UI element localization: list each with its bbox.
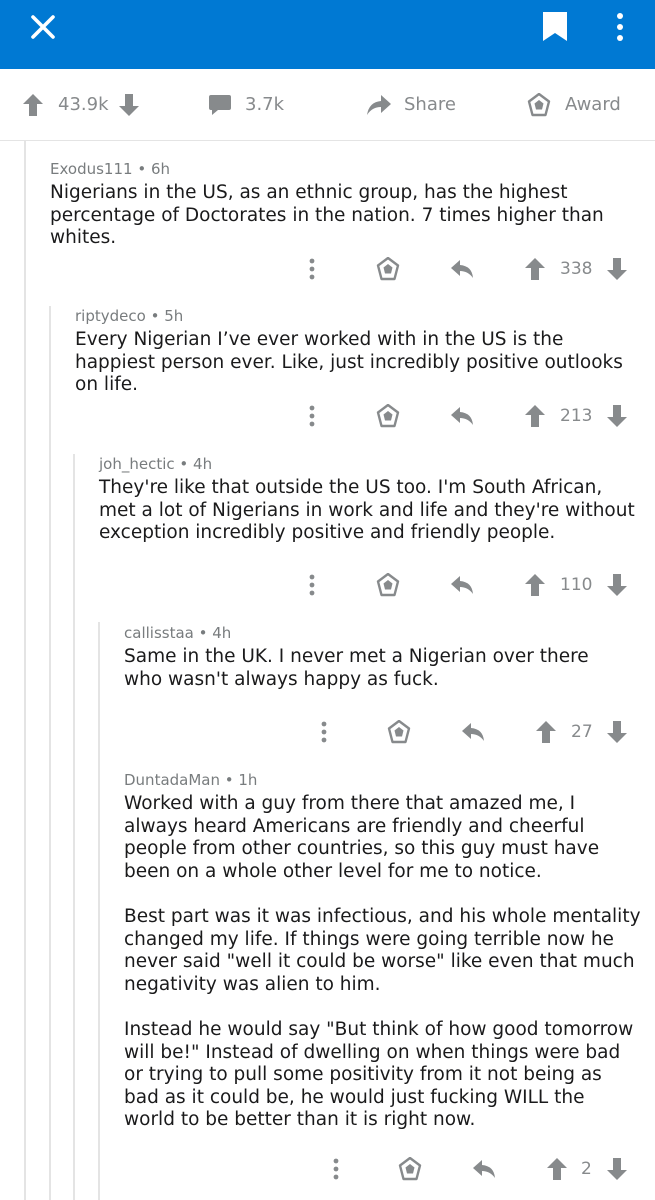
comment: riptydeco • 5h Every Nigerian I’ve ever …	[75, 307, 640, 397]
downvote-arrow-icon[interactable]	[606, 573, 628, 597]
downvote-arrow-icon[interactable]	[606, 720, 628, 744]
comment-score: 110	[560, 575, 593, 595]
comment-meta: Exodus111 • 6h	[50, 160, 170, 178]
thread-line-depth-4	[98, 622, 100, 1200]
comment-meta: DuntadaMan • 1h	[124, 771, 258, 789]
upvote-arrow-icon	[23, 93, 43, 116]
downvote-arrow-icon[interactable]	[606, 257, 628, 281]
upvote-button[interactable]	[22, 69, 44, 140]
more-options-icon[interactable]	[330, 1158, 342, 1180]
comment-actions: 27	[312, 717, 640, 747]
post-action-bar: 43.9k 3.7k Share Award	[0, 69, 655, 141]
post-score: 43.9k	[58, 69, 109, 140]
upvote-arrow-icon[interactable]	[524, 573, 546, 597]
comment-meta: riptydeco • 5h	[75, 307, 184, 325]
comment-actions: 213	[300, 401, 640, 431]
top-bar	[0, 0, 655, 69]
reply-icon[interactable]	[461, 722, 485, 742]
thread-line-depth-2	[49, 306, 51, 1200]
upvote-arrow-icon[interactable]	[535, 720, 557, 744]
comment-paragraph: Instead he would say "But think of how g…	[124, 1019, 634, 1130]
post-score-text: 43.9k	[58, 94, 109, 115]
comment-meta: callisstaa • 4h	[124, 624, 232, 642]
reply-icon[interactable]	[450, 406, 474, 426]
comment-score: 338	[560, 259, 593, 279]
comment-author[interactable]: riptydeco	[75, 307, 146, 325]
comment-time: 4h	[212, 624, 232, 642]
award-icon[interactable]	[376, 404, 400, 428]
upvote-arrow-icon[interactable]	[524, 404, 546, 428]
close-icon[interactable]	[28, 12, 58, 42]
upvote-arrow-icon[interactable]	[524, 257, 546, 281]
reply-icon[interactable]	[450, 575, 474, 595]
share-label: Share	[404, 94, 456, 115]
more-options-icon[interactable]	[318, 721, 330, 743]
comment: Exodus111 • 6h Nigerians in the US, as a…	[50, 160, 640, 250]
comment-time: 5h	[164, 307, 184, 325]
comment-paragraph: They're like that outside the US too. I'…	[99, 477, 635, 543]
bookmark-icon[interactable]	[541, 10, 569, 44]
comment-actions: 338	[300, 254, 640, 284]
thread-line-depth-3	[73, 454, 75, 1200]
thread-line-depth-1	[24, 140, 26, 1200]
award-label: Award	[565, 94, 621, 115]
comment-meta: joh_hectic • 4h	[99, 455, 213, 473]
reply-icon[interactable]	[472, 1159, 496, 1179]
comment-score: 27	[571, 722, 593, 742]
downvote-arrow-icon	[119, 93, 139, 116]
more-options-icon[interactable]	[306, 405, 318, 427]
upvote-arrow-icon[interactable]	[546, 1157, 568, 1181]
comment: DuntadaMan • 1h Worked with a guy from t…	[124, 771, 641, 1132]
comment-author[interactable]: callisstaa	[124, 624, 194, 642]
comment-author[interactable]: Exodus111	[50, 160, 133, 178]
award-button[interactable]: Award	[527, 69, 621, 140]
comments-button[interactable]: 3.7k	[208, 69, 284, 140]
comment-body: Worked with a guy from there that amazed…	[124, 793, 641, 1132]
comment-bubble-icon	[209, 94, 231, 115]
comment-score: 213	[560, 406, 593, 426]
comment-body: Every Nigerian I’ve ever worked with in …	[75, 329, 640, 397]
comment-score: 2	[581, 1159, 592, 1179]
award-icon[interactable]	[376, 573, 400, 597]
comment-paragraph: Same in the UK. I never met a Nigerian o…	[124, 646, 589, 690]
comment-body: Nigerians in the US, as an ethnic group,…	[50, 182, 640, 250]
award-icon[interactable]	[398, 1157, 422, 1181]
comment-paragraph: Best part was it was infectious, and his…	[124, 906, 641, 995]
comment-time: 6h	[150, 160, 170, 178]
downvote-button[interactable]	[118, 69, 140, 140]
comment-time: 4h	[193, 455, 213, 473]
downvote-arrow-icon[interactable]	[606, 1157, 628, 1181]
comment-author[interactable]: DuntadaMan	[124, 771, 220, 789]
comment: joh_hectic • 4h They're like that outsid…	[99, 455, 640, 545]
comment-body: They're like that outside the US too. I'…	[99, 477, 640, 545]
comment-author[interactable]: joh_hectic	[99, 455, 175, 473]
comment-time: 1h	[238, 771, 258, 789]
award-icon[interactable]	[376, 257, 400, 281]
comment-count: 3.7k	[245, 94, 285, 115]
more-options-icon[interactable]	[306, 574, 318, 596]
share-button[interactable]: Share	[366, 69, 456, 140]
more-vertical-icon[interactable]	[606, 10, 634, 44]
reply-icon[interactable]	[450, 259, 474, 279]
downvote-arrow-icon[interactable]	[606, 404, 628, 428]
award-icon	[527, 92, 551, 116]
award-icon[interactable]	[387, 720, 411, 744]
share-arrow-icon	[367, 94, 391, 115]
comment-actions: 2	[324, 1154, 640, 1184]
comment-body: Same in the UK. I never met a Nigerian o…	[124, 646, 624, 691]
comment-actions: 110	[300, 570, 640, 600]
more-options-icon[interactable]	[306, 258, 318, 280]
comment-paragraph: Worked with a guy from there that amazed…	[124, 793, 600, 882]
comment: callisstaa • 4h Same in the UK. I never …	[124, 624, 624, 691]
comment-paragraph: Nigerians in the US, as an ethnic group,…	[50, 182, 604, 248]
comment-paragraph: Every Nigerian I’ve ever worked with in …	[75, 329, 623, 395]
